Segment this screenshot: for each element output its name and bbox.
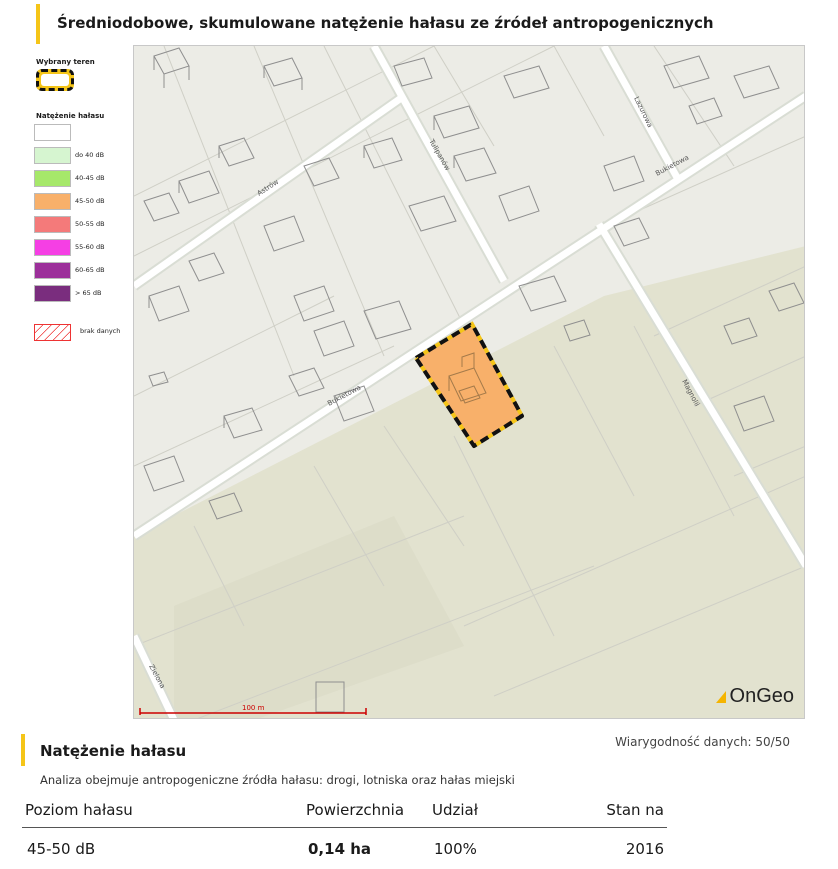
legend-swatch [34, 239, 71, 256]
legend-swatch [34, 216, 71, 233]
cell-level: 45-50 dB [27, 840, 96, 858]
legend-swatch [34, 170, 71, 187]
legend-label: 60-65 dB [75, 266, 105, 274]
ongeo-logo-icon [715, 690, 726, 703]
legend-no-data-swatch [34, 324, 71, 341]
legend-swatch [34, 147, 71, 164]
cell-share: 100% [434, 840, 477, 858]
header-level: Poziom hałasu [22, 797, 303, 828]
table-header-row: Poziom hałasu Powierzchnia Udział Stan n… [22, 797, 667, 828]
legend-swatch [34, 285, 71, 302]
data-reliability: Wiarygodność danych: 50/50 [615, 735, 790, 749]
section-title: Natężenie hałasu [40, 742, 187, 760]
cell-area: 0,14 ha [308, 840, 372, 858]
legend-label: 50-55 dB [75, 220, 105, 228]
scale-label: 100 m [242, 704, 265, 712]
legend-label: do 40 dB [75, 151, 105, 159]
legend-label: 55-60 dB [75, 243, 105, 251]
legend-label: > 65 dB [75, 289, 102, 297]
legend-swatch [34, 262, 71, 279]
header-date: Stan na [536, 797, 667, 828]
legend-label: 40-45 dB [75, 174, 105, 182]
map[interactable]: Astrów Tulipanów Lazurowa Bukietowa Buki… [133, 45, 805, 719]
cell-date: 2016 [625, 840, 664, 858]
map-canvas: Astrów Tulipanów Lazurowa Bukietowa Buki… [134, 46, 804, 718]
section-accent-bar [21, 734, 25, 766]
legend-selected-heading: Wybrany teren [36, 58, 95, 66]
ongeo-logo: OnGeo [715, 685, 794, 708]
legend-selected-swatch [36, 69, 74, 91]
legend-noise-heading: Natężenie hałasu [36, 112, 105, 120]
ongeo-logo-text: OnGeo [729, 685, 794, 707]
legend-no-data-label: brak danych [80, 327, 121, 335]
legend-swatch [34, 124, 71, 141]
legend-swatch [34, 193, 71, 210]
legend-label: 45-50 dB [75, 197, 105, 205]
table-row: 45-50 dB 0,14 ha 100% 2016 [22, 828, 667, 863]
header-share: Udział [429, 797, 537, 828]
noise-table: Poziom hałasu Powierzchnia Udział Stan n… [22, 797, 667, 862]
title-accent-bar [36, 4, 40, 44]
page-title: Średniodobowe, skumulowane natężenie hał… [57, 14, 714, 32]
section-description: Analiza obejmuje antropogeniczne źródła … [40, 773, 515, 787]
header-area: Powierzchnia [303, 797, 429, 828]
